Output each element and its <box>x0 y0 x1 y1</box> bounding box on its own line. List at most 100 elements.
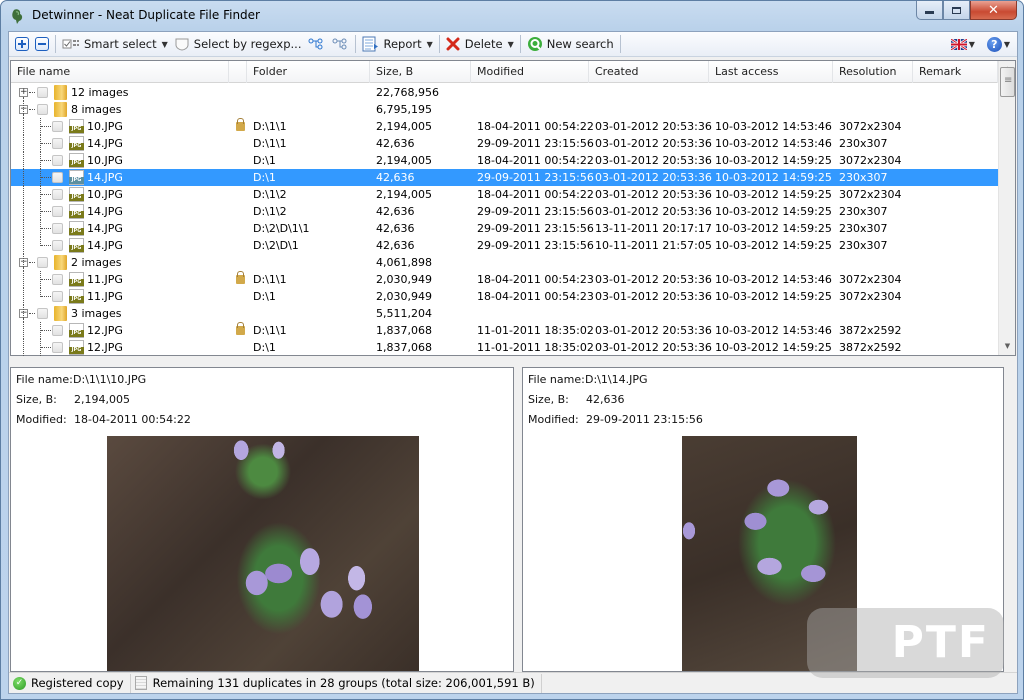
expand-icon[interactable]: + <box>19 88 28 97</box>
collapse-all-button[interactable] <box>32 34 52 55</box>
tree-line <box>23 339 24 356</box>
file-checkbox[interactable] <box>52 223 63 234</box>
file-row[interactable]: 14.JPG D:\1\2 42,636 29-09-2011 23:15:5603-… <box>11 203 998 220</box>
chevron-down-icon: ▼ <box>507 39 514 49</box>
group-row[interactable]: +12 images 22,768,956 <box>11 84 998 101</box>
shield-icon <box>175 38 189 51</box>
file-name-label: File name: <box>16 373 73 386</box>
file-row[interactable]: 12.JPG D:\1 1,837,068 11-01-2011 18:35:0203… <box>11 339 998 356</box>
column-header-file-name[interactable]: File name <box>11 61 229 83</box>
scroll-down-icon[interactable]: ▼ <box>999 338 1016 355</box>
file-checkbox[interactable] <box>52 155 63 166</box>
jpg-file-icon <box>69 153 84 168</box>
file-name-row: File name:D:\1\1\10.JPG <box>16 373 146 386</box>
close-button[interactable]: ✕ <box>970 1 1017 20</box>
smart-select-button[interactable]: Smart select ▼ <box>59 34 171 55</box>
folder-cell: D:\2\D\1 <box>253 239 299 252</box>
report-icon <box>362 36 379 52</box>
file-checkbox[interactable] <box>52 189 63 200</box>
file-checkbox[interactable] <box>52 342 63 353</box>
file-row[interactable]: 11.JPG D:\1 2,030,949 18-04-2011 00:54:2303… <box>11 288 998 305</box>
file-checkbox[interactable] <box>52 138 63 149</box>
folder-cell: D:\1 <box>253 154 276 167</box>
duplicates-tree-grid[interactable]: File name Folder Size, B Modified Create… <box>10 60 1016 356</box>
file-name: 14.JPG <box>87 239 123 252</box>
group-checkbox[interactable] <box>37 104 48 115</box>
tree-line <box>23 271 24 288</box>
file-name: 12.JPG <box>87 341 123 354</box>
maximize-button[interactable] <box>943 1 970 20</box>
created-cell: 03-01-2012 20:53:36 <box>595 120 712 133</box>
file-row[interactable]: 12.JPG D:\1\1 1,837,068 11-01-2011 18:35:02… <box>11 322 998 339</box>
modified-row: Modified: 29-09-2011 23:15:56 <box>528 413 703 426</box>
column-header-remark[interactable]: Remark <box>913 61 998 83</box>
file-checkbox[interactable] <box>52 274 63 285</box>
group-checkbox[interactable] <box>37 257 48 268</box>
column-header-size[interactable]: Size, B <box>370 61 471 83</box>
language-button[interactable]: ▼ <box>948 34 978 55</box>
new-search-button[interactable]: New search <box>524 34 617 55</box>
group-row[interactable]: −2 images 4,061,898 <box>11 254 998 271</box>
file-checkbox[interactable] <box>52 121 63 132</box>
help-button[interactable]: ? ▼ <box>984 34 1013 55</box>
file-row[interactable]: 14.JPG D:\1 42,636 29-09-2011 23:15:5603-01… <box>11 169 998 186</box>
help-icon: ? <box>986 36 1002 52</box>
column-header-folder[interactable]: Folder <box>247 61 370 83</box>
resolution-cell: 230x307 <box>839 137 888 150</box>
file-name: 11.JPG <box>87 273 123 286</box>
resolution-cell: 230x307 <box>839 171 888 184</box>
tree-line <box>29 92 35 93</box>
file-checkbox[interactable] <box>52 325 63 336</box>
column-header-lock[interactable] <box>229 61 247 83</box>
modified-cell: 18-04-2011 00:54:23 <box>477 273 594 286</box>
vertical-scrollbar[interactable]: ▲ ▼ <box>998 61 1015 355</box>
file-checkbox[interactable] <box>52 240 63 251</box>
group-row[interactable]: −3 images 5,511,204 <box>11 305 998 322</box>
minimize-button[interactable] <box>916 1 943 20</box>
file-checkbox[interactable] <box>52 206 63 217</box>
tree-line <box>41 347 51 348</box>
client-area: Smart select ▼ Select by regexp... Repor… <box>8 31 1018 694</box>
group-checkbox[interactable] <box>37 308 48 319</box>
tree-line <box>23 254 24 271</box>
tree-line <box>23 169 24 186</box>
size-row: Size, B: 42,636 <box>528 393 625 406</box>
select-tree-button[interactable] <box>304 34 328 55</box>
folder-cell: D:\1\1 <box>253 273 287 286</box>
delete-button[interactable]: Delete ▼ <box>443 34 517 55</box>
report-button[interactable]: Report ▼ <box>359 34 435 55</box>
column-header-resolution[interactable]: Resolution <box>833 61 913 83</box>
file-row[interactable]: 14.JPG D:\1\1 42,636 29-09-2011 23:15:5603-… <box>11 135 998 152</box>
expand-all-button[interactable] <box>12 34 32 55</box>
modified-cell: 18-04-2011 00:54:22 <box>477 188 594 201</box>
last-access-cell: 10-03-2012 14:53:46 <box>715 324 832 337</box>
group-checkbox[interactable] <box>37 87 48 98</box>
created-cell: 03-01-2012 20:53:36 <box>595 290 712 303</box>
file-row[interactable]: 14.JPG D:\2\D\1\1 42,636 29-09-2011 23:15:5… <box>11 220 998 237</box>
group-row[interactable]: −8 images 6,795,195 <box>11 101 998 118</box>
column-header-created[interactable]: Created <box>589 61 709 83</box>
scrollbar-thumb[interactable] <box>1000 67 1015 97</box>
file-row[interactable]: 14.JPGD:\2\D\142,63629-09-2011 23:15:561… <box>11 237 998 254</box>
last-access-cell: 10-03-2012 14:53:46 <box>715 273 832 286</box>
file-row[interactable]: 10.JPG D:\1\2 2,194,005 18-04-2011 00:54:22… <box>11 186 998 203</box>
select-by-regexp-button[interactable]: Select by regexp... <box>171 34 305 55</box>
column-header-modified[interactable]: Modified <box>471 61 589 83</box>
modified-cell: 18-04-2011 00:54:22 <box>477 120 594 133</box>
file-checkbox[interactable] <box>52 172 63 183</box>
folder-cell: D:\1\1 <box>253 120 287 133</box>
deselect-tree-button[interactable] <box>328 34 352 55</box>
jpg-file-icon <box>69 204 84 219</box>
size-cell: 42,636 <box>376 222 415 235</box>
file-row[interactable]: 10.JPG D:\1 2,194,005 18-04-2011 00:54:2203… <box>11 152 998 169</box>
folder-icon <box>54 255 67 270</box>
file-row[interactable]: 11.JPG D:\1\1 2,030,949 18-04-2011 00:54:23… <box>11 271 998 288</box>
file-row[interactable]: 10.JPG D:\1\1 2,194,005 18-04-2011 00:54:22… <box>11 118 998 135</box>
modified-cell: 11-01-2011 18:35:02 <box>477 324 594 337</box>
tree-line <box>23 288 24 305</box>
file-checkbox[interactable] <box>52 291 63 302</box>
last-access-cell: 10-03-2012 14:59:25 <box>715 290 832 303</box>
modified-cell: 29-09-2011 23:15:56 <box>477 205 594 218</box>
column-header-last-access[interactable]: Last access <box>709 61 833 83</box>
created-cell: 10-11-2011 21:57:05 <box>595 239 712 252</box>
